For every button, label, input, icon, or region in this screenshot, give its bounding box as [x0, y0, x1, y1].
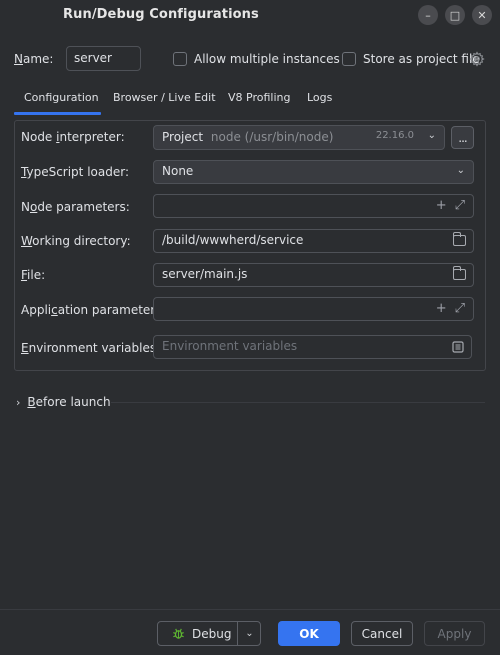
node-version: 22.16.0 [375, 130, 414, 141]
document-icon[interactable] [452, 341, 464, 353]
before-launch-toggle[interactable]: › Before launch [16, 395, 111, 409]
browse-interpreter-button[interactable]: ... [451, 126, 474, 149]
minimize-button[interactable]: – [418, 5, 438, 25]
minimize-icon: – [425, 8, 431, 22]
store-project-checkbox[interactable] [342, 52, 356, 66]
before-launch-divider [111, 402, 485, 403]
tab-browser-live-edit[interactable]: Browser / Live Edit [113, 91, 216, 104]
file-value: server/main.js [162, 267, 248, 281]
debug-label: Debug [192, 626, 232, 641]
node-parameters-label: Node parameters: [21, 200, 130, 214]
title-bar: Run/Debug Configurations – □ ✕ [0, 0, 500, 32]
node-interpreter-path: node (/usr/bin/node) [210, 130, 334, 144]
name-label: Name: [14, 52, 54, 66]
plus-icon[interactable]: + [436, 301, 447, 316]
ok-button[interactable]: OK [278, 621, 340, 646]
environment-variables-placeholder: Environment variables [162, 339, 298, 353]
folder-icon[interactable] [452, 232, 466, 246]
close-icon: ✕ [477, 8, 487, 22]
chevron-right-icon: › [16, 396, 21, 409]
node-interpreter-value: Project [162, 130, 204, 144]
cancel-button[interactable]: Cancel [351, 621, 413, 646]
maximize-icon: □ [449, 8, 461, 22]
node-parameters-input[interactable]: + ⤢ [153, 194, 474, 218]
working-directory-label: Working directory: [21, 234, 131, 248]
tab-configuration[interactable]: Configuration [24, 91, 99, 104]
file-input[interactable]: server/main.js [153, 263, 474, 287]
tab-v8-profiling[interactable]: V8 Profiling [228, 91, 290, 104]
close-button[interactable]: ✕ [472, 5, 492, 25]
tab-logs[interactable]: Logs [307, 91, 332, 104]
plus-icon[interactable]: + [436, 198, 447, 213]
environment-variables-label: Environment variables: [21, 341, 161, 355]
store-project-label[interactable]: Store as project file [363, 52, 480, 66]
environment-variables-input[interactable]: Environment variables [153, 335, 472, 359]
expand-icon[interactable]: ⤢ [455, 301, 465, 316]
allow-multiple-checkbox[interactable] [173, 52, 187, 66]
maximize-button[interactable]: □ [445, 5, 465, 25]
typescript-loader-label: TypeScript loader: [21, 165, 129, 179]
application-parameters-label: Application parameters: [21, 303, 166, 317]
gear-icon[interactable] [469, 51, 485, 67]
expand-icon[interactable]: ⤢ [455, 198, 465, 213]
working-directory-input[interactable]: /build/wwwherd/service [153, 229, 474, 253]
bug-icon [173, 628, 184, 639]
typescript-loader-select[interactable]: None ⌄ [153, 160, 474, 184]
working-directory-value: /build/wwwherd/service [162, 233, 304, 247]
apply-button[interactable]: Apply [424, 621, 485, 646]
active-tab-indicator [14, 112, 101, 115]
application-parameters-input[interactable]: + ⤢ [153, 297, 474, 321]
debug-dropdown-chevron-icon[interactable]: ⌄ [238, 621, 261, 646]
typescript-loader-value: None [162, 164, 194, 178]
node-interpreter-label: Node interpreter: [21, 130, 125, 144]
window-title: Run/Debug Configurations [63, 7, 259, 22]
allow-multiple-label[interactable]: Allow multiple instances [194, 52, 340, 66]
name-input[interactable]: server [66, 46, 141, 71]
node-interpreter-select[interactable]: Project node (/usr/bin/node) 22.16.0 ⌄ [153, 125, 445, 150]
chevron-down-icon: ⌄ [456, 165, 465, 176]
folder-icon[interactable] [452, 266, 466, 280]
file-label: File: [21, 268, 46, 282]
chevron-down-icon: ⌄ [427, 130, 436, 141]
